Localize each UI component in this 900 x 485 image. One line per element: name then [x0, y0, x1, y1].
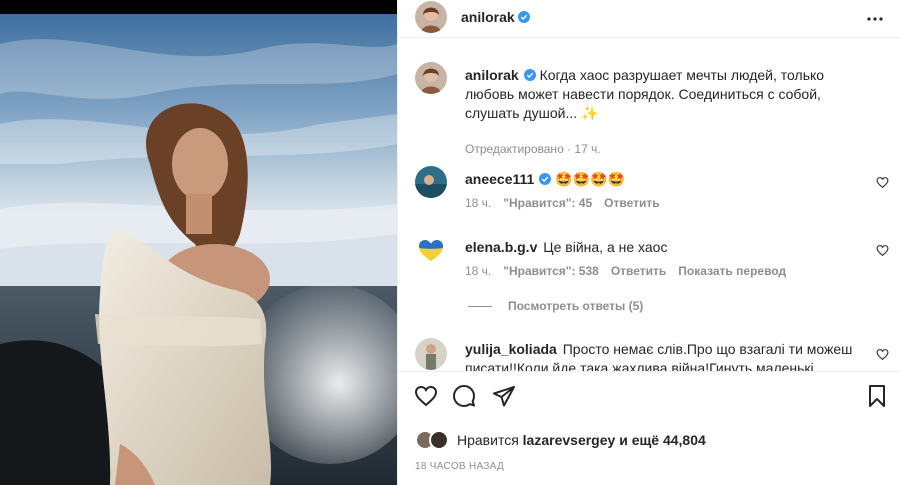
post-image: [0, 14, 397, 485]
post-timestamp[interactable]: 18 ЧАСОВ НАЗАД: [415, 461, 504, 472]
verified-badge-icon: [517, 11, 530, 23]
comment-likes[interactable]: "Нравится": 538: [503, 264, 599, 278]
comment-likes[interactable]: "Нравится": 45: [503, 196, 592, 210]
commenter-avatar[interactable]: [415, 338, 447, 370]
bookmark-icon[interactable]: [865, 384, 889, 408]
comment-heart-icon[interactable]: [876, 348, 889, 361]
comment-text: aneece111 🤩🤩🤩🤩: [465, 170, 853, 189]
likes-summary[interactable]: Нравится lazarevsergey и ещё 44,804: [415, 430, 706, 450]
caption-meta: Отредактировано · 17 ч.: [465, 142, 601, 156]
liker-username[interactable]: lazarevsergey: [523, 432, 616, 448]
commenter-avatar[interactable]: [415, 234, 447, 266]
translate-button[interactable]: Показать перевод: [678, 264, 786, 278]
comment-text: elena.b.g.v Це війна, а не хаос: [465, 238, 853, 257]
comment-body: 🤩🤩🤩🤩: [555, 171, 625, 187]
author-avatar[interactable]: [415, 1, 447, 33]
comment-icon[interactable]: [452, 384, 476, 408]
verified-badge-icon: [523, 69, 536, 81]
comment-meta: 18 ч. "Нравится": 45 Ответить: [465, 196, 672, 210]
author-username-text[interactable]: anilorak: [461, 9, 515, 25]
post-footer: Нравится lazarevsergey и ещё 44,804 18 Ч…: [398, 371, 900, 485]
verified-badge-icon: [539, 173, 552, 185]
commenter-avatar[interactable]: [415, 166, 447, 198]
comment-time: 18 ч.: [465, 196, 492, 210]
commenter-username[interactable]: elena.b.g.v: [465, 239, 537, 255]
share-icon[interactable]: [492, 384, 516, 408]
comment-heart-icon[interactable]: [876, 244, 889, 257]
author-avatar-small[interactable]: [415, 62, 447, 94]
reply-button[interactable]: Ответить: [611, 264, 666, 278]
comment-time: 18 ч.: [465, 264, 492, 278]
more-icon[interactable]: [865, 9, 885, 29]
reply-button[interactable]: Ответить: [604, 196, 659, 210]
comment-text: yulija_koliada Просто немає слів.Про що …: [465, 340, 853, 371]
commenter-username[interactable]: yulija_koliada: [465, 341, 557, 357]
likes-count[interactable]: и ещё 44,804: [619, 432, 706, 448]
comment-body: Це війна, а не хаос: [543, 239, 668, 255]
caption-text: anilorak Когда хаос разрушает мечты люде…: [465, 66, 861, 123]
replies-divider: [468, 306, 492, 308]
view-replies-label[interactable]: Посмотреть ответы (5): [508, 299, 643, 313]
liker-avatar: [429, 430, 449, 450]
post-header: anilorak: [398, 0, 900, 38]
commenter-username[interactable]: aneece111: [465, 171, 534, 187]
likes-prefix: Нравится: [457, 432, 519, 448]
heart-icon[interactable]: [414, 384, 438, 408]
likers-avatars: [415, 430, 451, 450]
comments-list[interactable]: anilorak Когда хаос разрушает мечты люде…: [398, 48, 900, 371]
comment-heart-icon[interactable]: [876, 176, 889, 189]
post-photo[interactable]: [0, 0, 397, 485]
view-replies-button[interactable]: Посмотреть ответы (5): [468, 299, 643, 313]
caption-username[interactable]: anilorak: [465, 67, 519, 83]
post-panel: anilorak anilorak Когда хаос разрушает м…: [397, 0, 900, 485]
author-username[interactable]: anilorak: [461, 9, 530, 25]
photo-top-bar: [0, 0, 397, 14]
comment-meta: 18 ч. "Нравится": 538 Ответить Показать пер…: [465, 264, 798, 278]
